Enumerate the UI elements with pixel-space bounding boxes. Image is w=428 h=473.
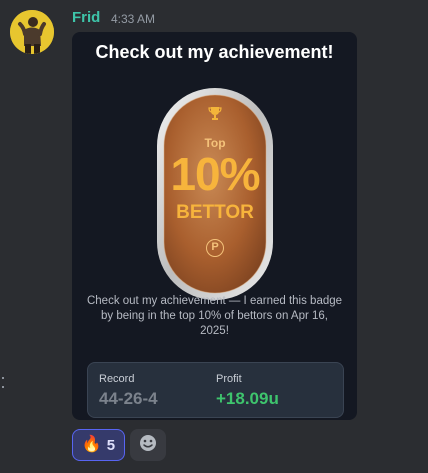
divider-tick: [2, 386, 4, 388]
add-reaction-button[interactable]: [130, 429, 166, 461]
achievement-description: Check out my achievement — I earned this…: [84, 294, 345, 339]
trophy-icon: [208, 106, 222, 120]
brand-logo-letter: P: [211, 241, 219, 253]
add-reaction-icon: [138, 433, 158, 458]
badge-subtitle: BETTOR: [176, 202, 254, 223]
profit-value: +18.09u: [216, 389, 279, 408]
message-timestamp: 4:33 AM: [111, 12, 156, 26]
record-label: Record: [99, 373, 135, 385]
badge-percent: 10%: [170, 148, 260, 200]
achievement-card[interactable]: Check out my achievement! Top 10% BETTOR…: [72, 32, 357, 420]
divider-tick: [2, 377, 4, 379]
description-line: by being in the top 10% of bettors on Ap…: [101, 310, 328, 322]
fire-icon: 🔥: [81, 436, 102, 453]
reaction-fire[interactable]: 🔥 5: [72, 429, 125, 461]
reaction-count: 5: [106, 436, 116, 454]
description-line: 2025!: [200, 325, 229, 337]
brand-logo-icon: P: [206, 239, 224, 257]
avatar[interactable]: [10, 10, 54, 54]
profit-label: Profit: [216, 373, 242, 385]
author-name[interactable]: Frid: [72, 9, 100, 26]
card-title: Check out my achievement!: [95, 42, 334, 62]
record-value: 44-26-4: [99, 389, 158, 408]
stats-panel: Record 44-26-4 Profit +18.09u: [87, 362, 344, 418]
description-line: Check out my achievement — I earned this…: [86, 295, 343, 307]
